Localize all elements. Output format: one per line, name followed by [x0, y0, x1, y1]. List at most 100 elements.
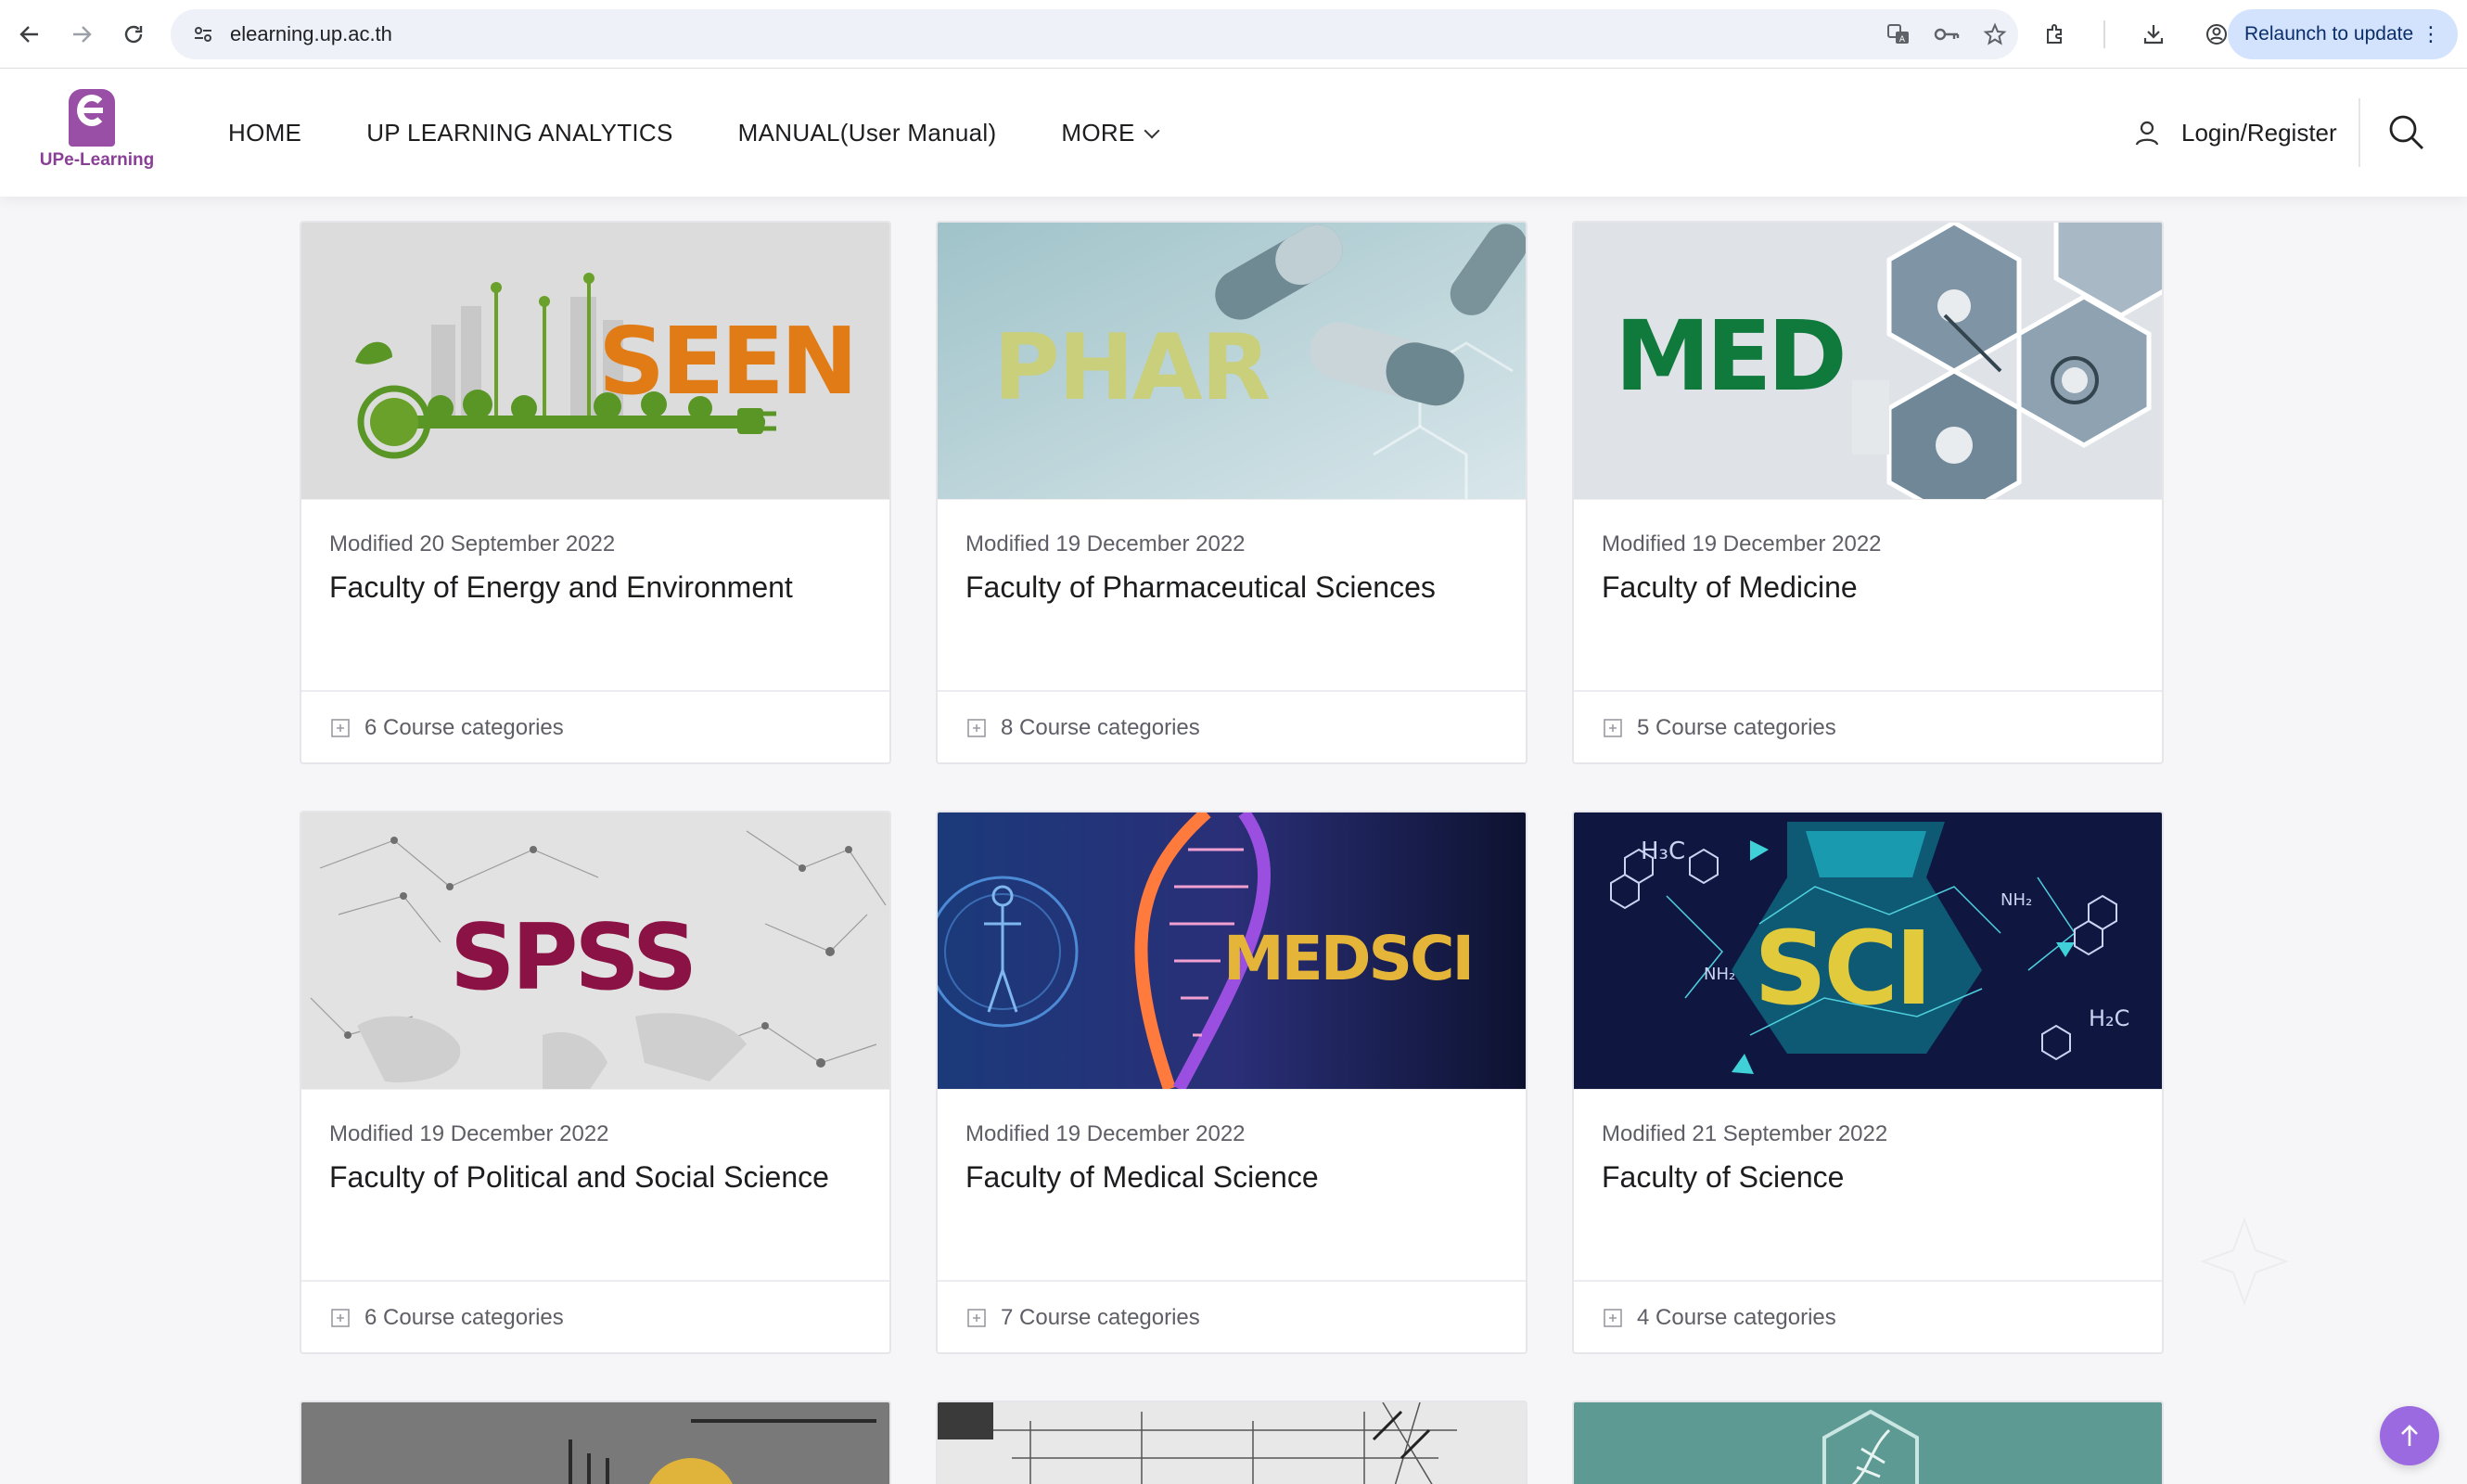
- card-title[interactable]: Faculty of Pharmaceutical Sciences: [965, 570, 1498, 605]
- login-register-link[interactable]: Login/Register: [2133, 69, 2337, 197]
- back-to-top-button[interactable]: [2380, 1406, 2439, 1465]
- svg-text:SCI: SCI: [1754, 909, 1929, 1028]
- nav-more[interactable]: MORE: [1061, 118, 1160, 147]
- card-image-seen[interactable]: SEEN: [301, 223, 889, 499]
- card-footer: 4 Course categories: [1574, 1280, 2162, 1352]
- decorative-sparkle-icon: [2200, 1217, 2289, 1306]
- key-icon[interactable]: [1933, 20, 1961, 48]
- svg-text:NH₂: NH₂: [1704, 965, 1735, 984]
- card-title[interactable]: Faculty of Energy and Environment: [329, 570, 862, 605]
- svg-text:H₂C: H₂C: [2089, 1005, 2129, 1031]
- category-folder-icon: [331, 1309, 350, 1327]
- card-body: Modified 21 September 2022 Faculty of Sc…: [1574, 1089, 2162, 1280]
- course-category-count: 5 Course categories: [1637, 715, 1836, 740]
- category-card-energy-environment[interactable]: SEEN Modified 20 September 2022 Faculty …: [300, 221, 891, 764]
- header-divider: [2358, 98, 2360, 167]
- nav-up-learning-analytics[interactable]: UP LEARNING ANALYTICS: [366, 119, 672, 147]
- card-footer: 8 Course categories: [938, 690, 1526, 762]
- user-icon: [2135, 121, 2159, 146]
- reload-button[interactable]: [113, 14, 154, 55]
- card-title[interactable]: Faculty of Medicine: [1602, 570, 2134, 605]
- phar-banner-image: PHAR: [938, 223, 1526, 499]
- toolbar-divider: [2103, 20, 2105, 48]
- url-text[interactable]: elearning.up.ac.th: [230, 22, 392, 46]
- nav-more-label: MORE: [1061, 118, 1135, 147]
- card-image-medsci[interactable]: MEDSCI: [938, 812, 1526, 1089]
- card-body: Modified 19 December 2022 Faculty of Med…: [938, 1089, 1526, 1280]
- course-category-count: 7 Course categories: [1001, 1305, 1200, 1330]
- spss-banner-image: SPSS: [301, 812, 889, 1089]
- main-nav: HOME UP LEARNING ANALYTICS MANUAL(User M…: [228, 69, 1222, 197]
- extensions-icon[interactable]: [2040, 19, 2070, 49]
- back-button[interactable]: [9, 14, 50, 55]
- course-category-count: 4 Course categories: [1637, 1305, 1836, 1330]
- partial-banner-image: [301, 1402, 889, 1484]
- card-image-phar[interactable]: PHAR: [938, 223, 1526, 499]
- card-footer: 6 Course categories: [301, 690, 889, 762]
- arrow-up-icon: [2401, 1425, 2418, 1446]
- arrow-right-icon: [73, 26, 92, 43]
- download-icon[interactable]: [2139, 19, 2168, 49]
- modified-date: Modified 19 December 2022: [965, 531, 1246, 556]
- modified-date: Modified 20 September 2022: [329, 531, 616, 556]
- bookmark-star-icon[interactable]: [1981, 20, 2009, 48]
- card-title[interactable]: Faculty of Science: [1602, 1160, 2134, 1195]
- sci-banner-image: H₃C H₂C NH₂ NH₂ SCI: [1574, 812, 2162, 1089]
- nav-home[interactable]: HOME: [228, 119, 301, 147]
- site-settings-icon[interactable]: [189, 20, 217, 48]
- card-title[interactable]: Faculty of Political and Social Science: [329, 1160, 862, 1195]
- category-card-partial[interactable]: [1572, 1401, 2164, 1484]
- login-register-label: Login/Register: [2181, 118, 2337, 147]
- partial-banner-image: [1574, 1402, 2162, 1484]
- category-card-partial[interactable]: [936, 1401, 1527, 1484]
- svg-text:A: A: [1899, 35, 1906, 45]
- course-category-count: 8 Course categories: [1001, 715, 1200, 740]
- card-image-sci[interactable]: H₃C H₂C NH₂ NH₂ SCI: [1574, 812, 2162, 1089]
- svg-text:SEEN: SEEN: [598, 307, 854, 416]
- category-card-partial[interactable]: [300, 1401, 891, 1484]
- card-image-med[interactable]: MED: [1574, 223, 2162, 499]
- category-card-pharmaceutical-sciences[interactable]: PHAR Modified 19 December 2022 Faculty o…: [936, 221, 1527, 764]
- nav-manual[interactable]: MANUAL(User Manual): [738, 119, 997, 147]
- course-category-count: 6 Course categories: [364, 1305, 564, 1330]
- category-folder-icon: [1604, 719, 1622, 737]
- browser-toolbar: elearning.up.ac.th A Relaunch to update …: [0, 0, 2467, 69]
- svg-text:MED: MED: [1615, 300, 1843, 413]
- address-bar[interactable]: elearning.up.ac.th A: [171, 9, 2018, 59]
- svg-text:MEDSCI: MEDSCI: [1223, 923, 1472, 994]
- card-body: Modified 20 September 2022 Faculty of En…: [301, 499, 889, 690]
- modified-date: Modified 19 December 2022: [329, 1121, 609, 1146]
- logo-mark-icon: [69, 89, 115, 147]
- category-card-political-social-science[interactable]: SPSS Modified 19 December 2022 Faculty o…: [300, 811, 891, 1354]
- card-footer: 6 Course categories: [301, 1280, 889, 1352]
- modified-date: Modified 19 December 2022: [965, 1121, 1246, 1146]
- svg-text:H₃C: H₃C: [1641, 838, 1685, 865]
- site-logo[interactable]: UPe-Learning: [30, 89, 164, 182]
- translate-icon[interactable]: A: [1885, 20, 1912, 48]
- partial-banner-image: [938, 1402, 1526, 1484]
- card-body: Modified 19 December 2022 Faculty of Pol…: [301, 1089, 889, 1280]
- relaunch-button[interactable]: Relaunch to update ⋮: [2228, 9, 2458, 59]
- category-folder-icon: [331, 719, 350, 737]
- forward-button[interactable]: [61, 14, 102, 55]
- category-folder-icon: [967, 719, 986, 737]
- category-card-medical-science[interactable]: MEDSCI Modified 19 December 2022 Faculty…: [936, 811, 1527, 1354]
- medsci-banner-image: MEDSCI: [938, 812, 1526, 1089]
- med-banner-image: MED: [1574, 223, 2162, 499]
- more-vert-icon: ⋮: [2421, 22, 2441, 45]
- modified-date: Modified 21 September 2022: [1602, 1121, 1888, 1146]
- card-image-spss[interactable]: SPSS: [301, 812, 889, 1089]
- card-title[interactable]: Faculty of Medical Science: [965, 1160, 1498, 1195]
- category-folder-icon: [1604, 1309, 1622, 1327]
- category-card-medicine[interactable]: MED Modified 19 December 2022 Faculty of…: [1572, 221, 2164, 764]
- search-icon[interactable]: [2385, 111, 2426, 152]
- card-footer: 5 Course categories: [1574, 690, 2162, 762]
- modified-date: Modified 19 December 2022: [1602, 531, 1882, 556]
- svg-text:NH₂: NH₂: [2000, 890, 2032, 910]
- relaunch-label: Relaunch to update: [2244, 23, 2414, 45]
- site-header: UPe-Learning HOME UP LEARNING ANALYTICS …: [0, 69, 2467, 197]
- chevron-down-icon: [1144, 122, 1160, 138]
- category-card-science[interactable]: H₃C H₂C NH₂ NH₂ SCI Modified 21 Septembe…: [1572, 811, 2164, 1354]
- card-body: Modified 19 December 2022 Faculty of Med…: [1574, 499, 2162, 690]
- svg-text:SPSS: SPSS: [450, 905, 694, 1011]
